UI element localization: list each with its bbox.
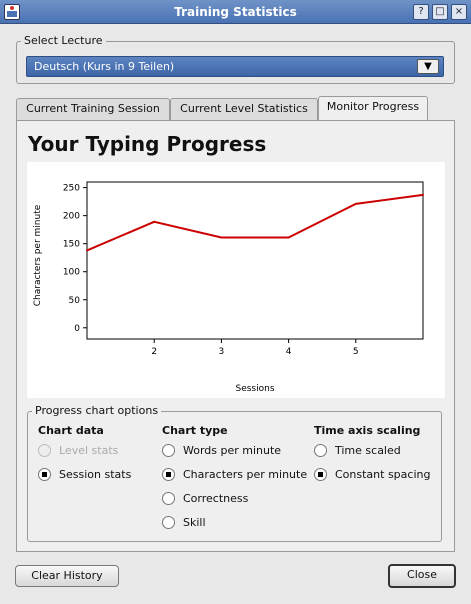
radio-indicator bbox=[314, 444, 327, 457]
y-tick-label: 50 bbox=[69, 296, 81, 306]
radio-indicator bbox=[38, 444, 51, 457]
x-tick-label: 5 bbox=[353, 347, 359, 357]
radio-label: Level stats bbox=[59, 444, 119, 457]
chart-options-legend: Progress chart options bbox=[32, 404, 162, 417]
radio-indicator bbox=[38, 468, 51, 481]
select-lecture-legend: Select Lecture bbox=[21, 34, 106, 47]
y-tick-label: 250 bbox=[63, 184, 80, 194]
x-tick-label: 4 bbox=[286, 347, 292, 357]
chart-data-heading: Chart data bbox=[38, 424, 104, 437]
page-title: Your Typing Progress bbox=[28, 132, 267, 156]
chart-area: 250 200 150 100 50 0 2 3 4 5 Sessions Characters pe… bbox=[27, 162, 445, 398]
lecture-combobox[interactable]: Deutsch (Kurs in 9 Teilen) ▼ bbox=[26, 56, 444, 77]
dropdown-arrow-icon[interactable]: ▼ bbox=[417, 59, 439, 74]
x-tick-label: 2 bbox=[151, 347, 157, 357]
data-point bbox=[287, 236, 290, 239]
maximize-icon[interactable]: □ bbox=[432, 4, 448, 20]
radio-label: Constant spacing bbox=[335, 468, 431, 481]
radio-label: Characters per minute bbox=[183, 468, 308, 481]
time-axis-heading: Time axis scaling bbox=[314, 424, 421, 437]
radio-indicator bbox=[314, 468, 327, 481]
radio-label: Session stats bbox=[59, 468, 132, 481]
x-tick-label: 3 bbox=[219, 347, 225, 357]
y-axis-label: Characters per minute bbox=[33, 204, 43, 306]
radio-label: Time scaled bbox=[335, 444, 401, 457]
radio-indicator bbox=[162, 516, 175, 529]
radio-indicator bbox=[162, 468, 175, 481]
chart-type-heading: Chart type bbox=[162, 424, 228, 437]
x-axis-label: Sessions bbox=[235, 384, 274, 394]
data-point bbox=[153, 220, 156, 223]
radio-indicator bbox=[162, 492, 175, 505]
y-tick-label: 0 bbox=[74, 324, 80, 334]
data-point bbox=[86, 249, 88, 252]
tab-label: Current Training Session bbox=[26, 102, 160, 115]
radio-label: Correctness bbox=[183, 492, 249, 505]
clear-history-button[interactable]: Clear History bbox=[15, 565, 119, 587]
y-tick-label: 150 bbox=[63, 240, 80, 250]
radio-label: Skill bbox=[183, 516, 206, 529]
tab-current-level-statistics[interactable]: Current Level Statistics bbox=[170, 98, 318, 120]
tab-label: Current Level Statistics bbox=[180, 102, 308, 115]
data-point bbox=[422, 193, 424, 196]
radio-indicator bbox=[162, 444, 175, 457]
close-window-icon[interactable]: × bbox=[451, 4, 467, 20]
y-tick-label: 100 bbox=[63, 268, 80, 278]
radio-label: Words per minute bbox=[183, 444, 282, 457]
data-point bbox=[354, 202, 357, 205]
tab-label: Monitor Progress bbox=[326, 100, 420, 113]
plot-frame bbox=[86, 181, 424, 340]
title-bar: Training Statistics ? □ × bbox=[0, 0, 471, 24]
data-point bbox=[220, 236, 223, 239]
close-button[interactable]: Close bbox=[388, 564, 456, 588]
progress-chart: 250 200 150 100 50 0 2 3 4 5 Sessions Characters pe… bbox=[33, 181, 424, 394]
help-icon[interactable]: ? bbox=[413, 4, 429, 20]
lecture-combobox-value: Deutsch (Kurs in 9 Teilen) bbox=[34, 60, 175, 73]
tab-current-training-session[interactable]: Current Training Session bbox=[16, 98, 170, 120]
window-title: Training Statistics bbox=[174, 5, 297, 19]
tab-monitor-progress[interactable]: Monitor Progress bbox=[318, 96, 428, 121]
y-tick-label: 200 bbox=[63, 212, 80, 222]
